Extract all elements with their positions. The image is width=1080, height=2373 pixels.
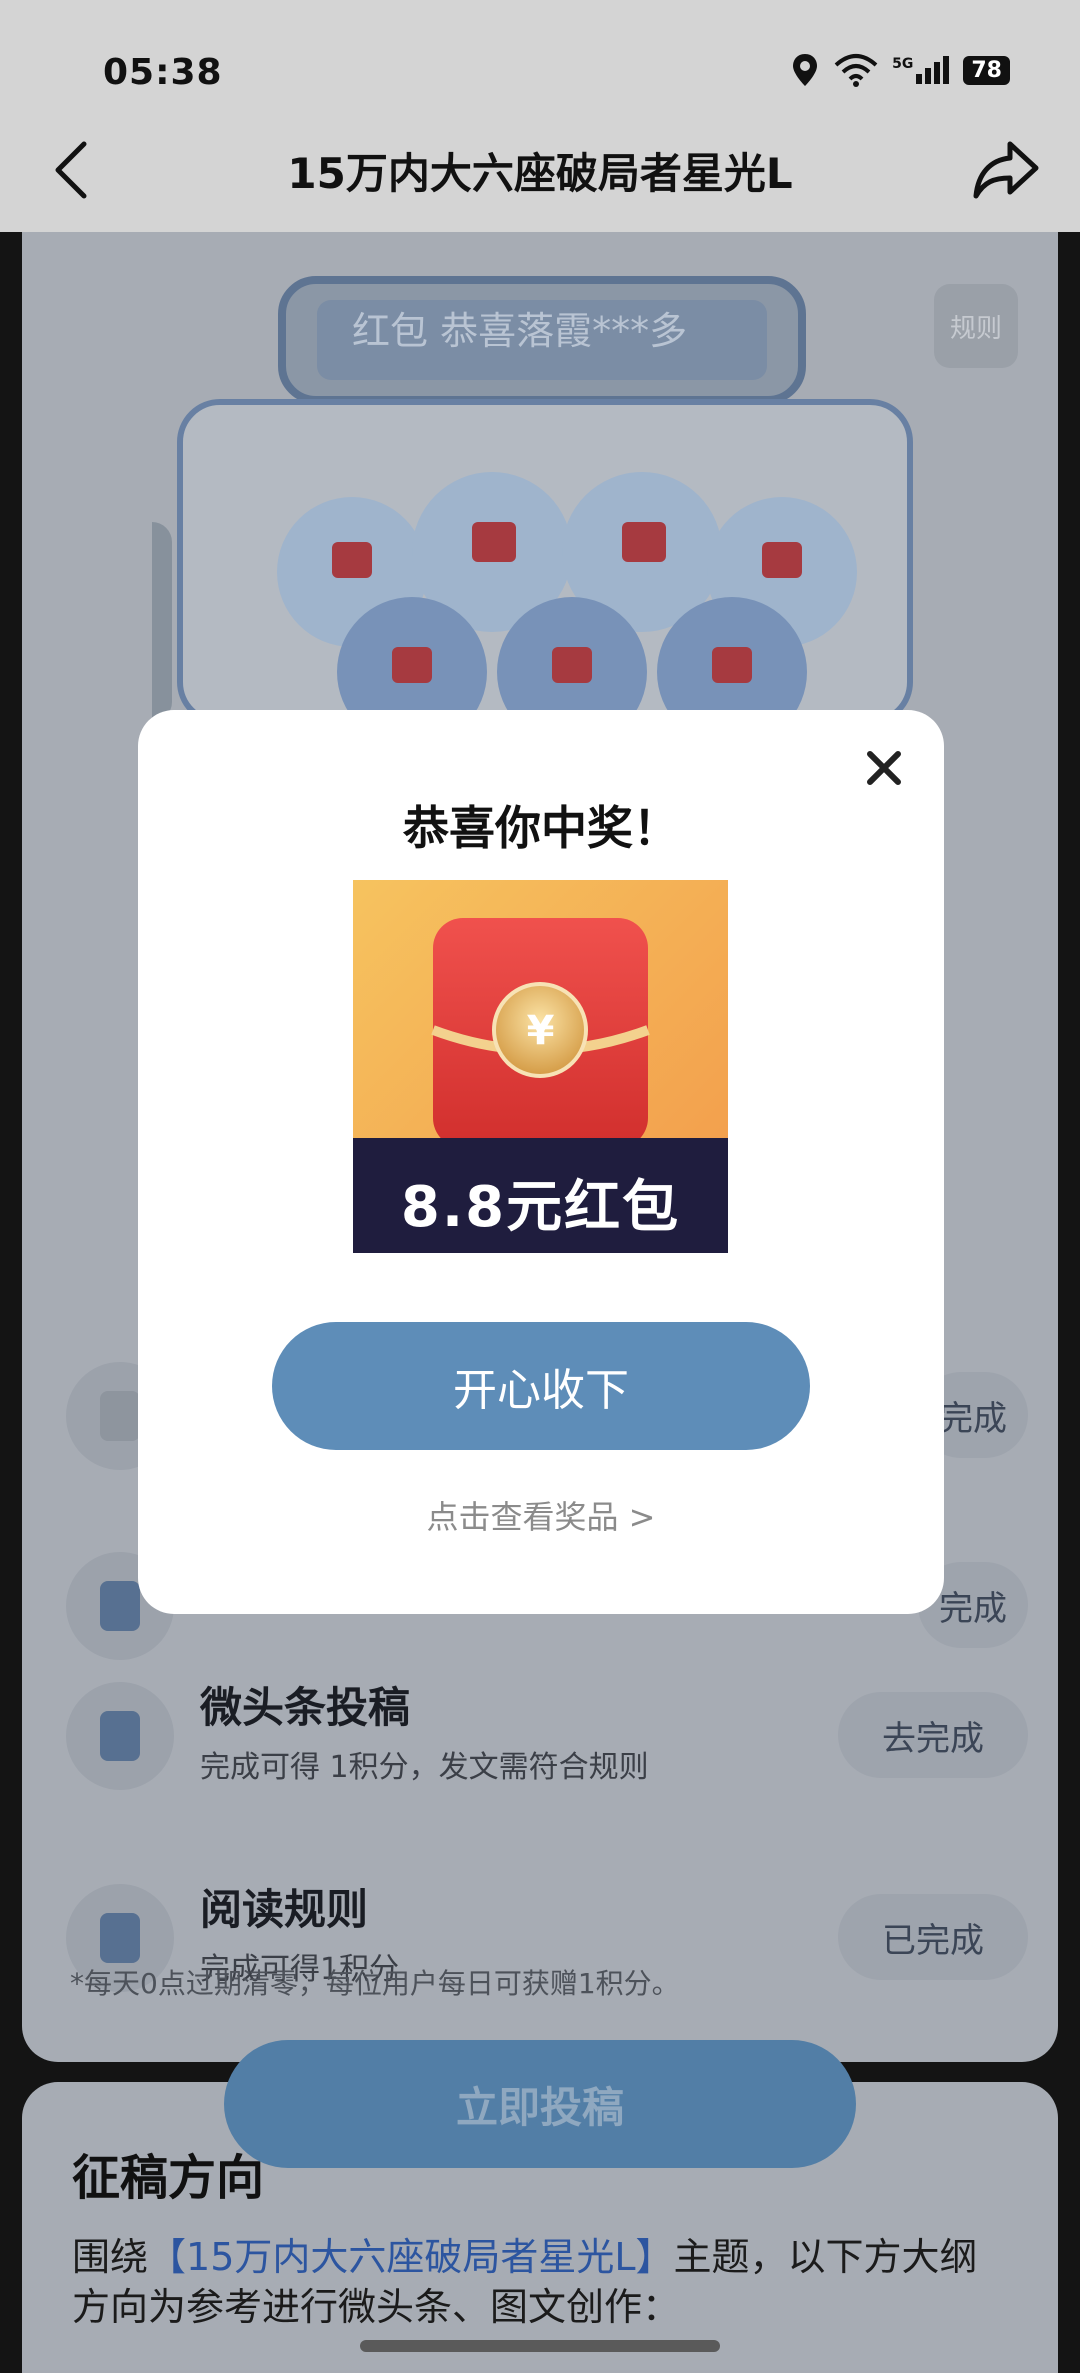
location-icon — [793, 54, 818, 86]
status-icons: 5G 78 — [790, 52, 1010, 88]
app-page: 05:38 5G 78 15万内大六座破局者星光L 红包 恭喜落霞***多 规则… — [0, 0, 1080, 2373]
prize-label: 8.8元红包 — [400, 1175, 681, 1240]
accept-prize-button[interactable]: 开心收下 — [272, 1322, 810, 1450]
winner-ticker: 红包 恭喜落霞***多 — [352, 309, 688, 353]
go-complete-button[interactable]: 去完成 — [838, 1692, 1028, 1778]
rules-button[interactable]: 规则 — [934, 284, 1018, 368]
home-indicator[interactable] — [360, 2340, 720, 2352]
guide-text-prefix: 围绕 — [72, 2235, 149, 2279]
view-prizes-link[interactable]: 点击查看奖品 > — [138, 1492, 944, 1538]
back-icon[interactable] — [44, 134, 100, 206]
task-title: 微头条投稿 — [200, 1683, 411, 1732]
cellular-icon: 5G — [892, 56, 950, 84]
daily-note: *每天0点过期清零，每位用户每日可获赠1积分。 — [70, 1967, 680, 2000]
submit-post-button[interactable]: 立即投稿 — [224, 2040, 856, 2168]
status-bar: 05:38 5G 78 — [0, 38, 1080, 108]
prize-modal: 恭喜你中奖！ ¥ 8.8元红包 开心收下 点击查看奖品 > — [138, 710, 944, 1614]
battery-indicator: 78 — [963, 55, 1010, 85]
guide-text: 围绕【15万内大六座破局者星光L】主题，以下方大纲方向为参考进行微头条、图文创作… — [72, 2232, 1012, 2332]
coin-symbol: ¥ — [526, 1008, 555, 1054]
completed-button[interactable]: 已完成 — [838, 1894, 1028, 1980]
task-desc: 完成可得 1积分，发文需符合规则 — [200, 1750, 649, 1785]
red-packet-prize-image: ¥ 8.8元红包 — [353, 880, 728, 1253]
document-icon — [66, 1682, 174, 1790]
wifi-icon — [834, 54, 878, 87]
task-title: 阅读规则 — [200, 1885, 369, 1934]
share-icon[interactable] — [970, 136, 1042, 204]
task-item-post: 微头条投稿 完成可得 1积分，发文需符合规则 去完成 — [22, 1662, 1058, 1812]
page-title: 15万内大六座破局者星光L — [287, 149, 793, 198]
close-icon[interactable] — [860, 744, 908, 792]
nav-bar: 15万内大六座破局者星光L — [0, 120, 1080, 220]
status-time: 05:38 — [103, 52, 223, 93]
guide-title: 征稿方向 — [72, 2150, 265, 2206]
guide-topic-link[interactable]: 【15万内大六座破局者星光L】 — [148, 2235, 674, 2279]
network-type: 5G — [892, 56, 914, 72]
modal-title: 恭喜你中奖！ — [403, 801, 679, 855]
top-bar: 05:38 5G 78 15万内大六座破局者星光L — [0, 0, 1080, 232]
